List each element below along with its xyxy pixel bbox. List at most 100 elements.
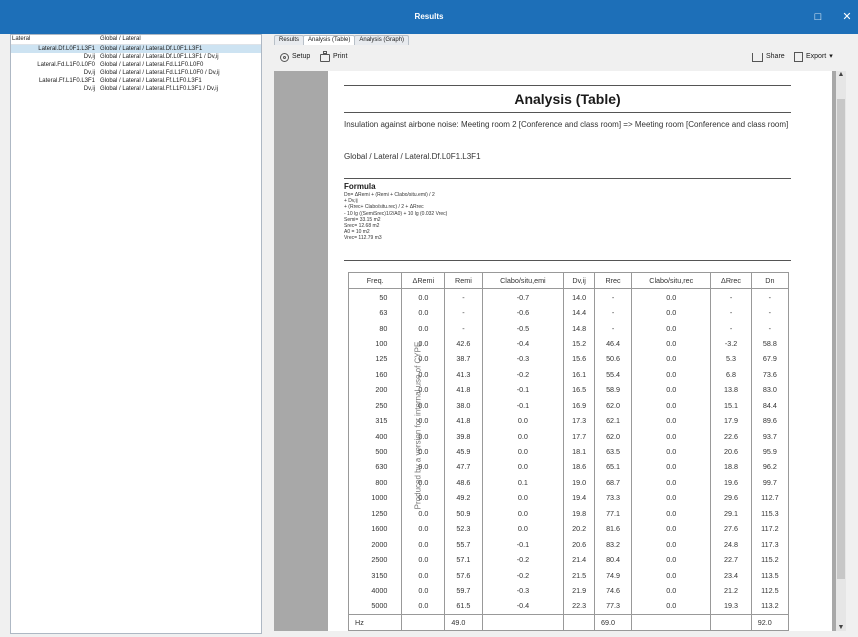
tab-results[interactable]: Results [274,35,305,45]
table-cell: 0.0 [481,459,565,475]
table-row: 1600 0.0 52.3 0.0 20.2 81.6 0.0 27.6 117.2 [347,521,790,537]
table-cell: 0.0 [401,288,446,305]
table-cell: 1600 [347,521,403,537]
table-cell: 15.2 [563,335,595,352]
table-cell: 2000 [347,536,403,552]
table-cell: 92.0 [750,613,790,631]
table-cell: 0.0 [481,443,565,460]
table-cell: 38.0 [444,397,483,413]
table-cell: 29.6 [710,490,752,506]
formula-heading: Formula [344,182,376,191]
table-cell: 4000 [347,582,403,599]
table-row: 250 0.0 38.0 -0.1 16.9 62.0 0.0 15.1 84.4 [347,397,790,413]
export-button[interactable]: Export ▾ [794,51,833,63]
table-cell: 55.4 [593,366,633,383]
table-cell: 0.0 [401,474,446,491]
table-row: 63 0.0- -0.6 14.4-0.0- - [347,304,790,321]
tree-item[interactable]: Lateral.Df.L0F1.L3F1 Global / Lateral / L… [11,45,261,53]
table-cell: 15.1 [710,397,752,413]
table-cell: 21.4 [563,551,595,568]
table-cell: 50 [347,288,403,305]
column-header: Dn [750,271,790,290]
table-cell: 0.1 [481,474,565,491]
table-cell: 19.8 [563,505,595,521]
scroll-up-icon[interactable]: ▲ [836,71,846,78]
toolbar: Setup Print Share Export ▾ [268,45,852,69]
share-label: Share [766,53,785,60]
close-button[interactable]: ✕ [834,0,858,34]
setup-button[interactable]: Setup [280,51,310,63]
tree-header-path: Global / Lateral [100,36,141,42]
table-cell: 99.7 [750,474,790,491]
table-cell: 0.0 [631,567,712,583]
table-cell: 117.2 [750,521,790,537]
table-cell: 22.7 [710,551,752,568]
table-cell: 0.0 [401,551,446,568]
vertical-scrollbar[interactable]: ▲ ▼ [836,71,846,631]
table-cell: - [710,304,752,321]
table-cell: 24.8 [710,536,752,552]
tree-item[interactable]: Dv,ij Global / Lateral / Lateral.Ff.L1F0.… [11,85,261,93]
table-cell: -0.1 [481,536,565,552]
tab-analysis-table[interactable]: Analysis (Table) [303,35,356,45]
tree-item[interactable]: Lateral.Fd.L1F0.L0F0 Global / Lateral / L… [11,61,261,69]
table-cell: -0.6 [481,304,565,321]
column-header: Freq. [347,271,403,290]
table-cell: 62.1 [593,412,633,429]
table-cell: 50.9 [444,505,483,521]
table-cell: 0.0 [631,288,712,305]
share-button[interactable]: Share [752,51,785,63]
table-cell: 49.0 [444,613,483,631]
table-row: 160 0.0 41.3 -0.2 16.1 55.4 0.0 6.8 73.6 [347,366,790,383]
table-cell: 0.0 [401,567,446,583]
report-viewer[interactable]: Analysis (Table) Insulation against airb… [274,71,846,631]
table-row: 5000 0.0 61.5 -0.4 22.3 77.3 0.0 19.3 113.2 [347,598,790,615]
table-cell: 63 [347,304,403,321]
table-cell: 55.7 [444,536,483,552]
table-cell: 57.6 [444,567,483,583]
table-cell: -3.2 [710,335,752,352]
table-cell: 59.7 [444,582,483,599]
table-cell: 62.0 [593,397,633,413]
table-cell: - [593,304,633,321]
table-row: 80 0.0- -0.5 14.8-0.0- - [347,320,790,336]
table-cell [401,613,446,631]
tree-item[interactable]: Dv,ij Global / Lateral / Lateral.Df.L0F1.… [11,53,261,61]
tree-item[interactable]: Lateral.Ff.L1F0.L3F1 Global / Lateral / L… [11,77,261,85]
table-cell: 0.0 [481,490,565,506]
scroll-down-icon[interactable]: ▼ [836,624,846,631]
table-cell: - [750,304,790,321]
title-bar: Results □ ✕ [0,0,858,34]
table-cell: 6.8 [710,366,752,383]
table-cell: 0.0 [401,598,446,615]
table-cell: - [750,288,790,305]
table-row: 1000 0.0 49.2 0.0 19.4 73.3 0.0 29.6 112.7 [347,490,790,506]
tree-item-path: Global / Lateral / Lateral.Fd.L1F0.L0F0 … [100,70,220,76]
table-cell: - [750,320,790,336]
table-cell [481,613,565,631]
maximize-button[interactable]: □ [805,0,831,34]
tree-header-row[interactable]: Lateral Global / Lateral [11,35,261,45]
table-cell: 81.6 [593,521,633,537]
table-cell: 67.9 [750,351,790,367]
scrollbar-thumb[interactable] [837,99,845,579]
tree-item[interactable]: Dv,ij Global / Lateral / Lateral.Fd.L1F0.… [11,69,261,77]
table-cell: 0.0 [631,505,712,521]
table-cell: 0.0 [631,443,712,460]
results-table: Freq. ΔRemi Remi Clabo/situ,emi Dv,ij Rrec Cla… [347,271,790,631]
table-cell: 250 [347,397,403,413]
table-row: 630 0.0 47.7 0.0 18.6 65.1 0.0 18.8 96.2 [347,459,790,475]
table-cell: 0.0 [481,521,565,537]
table-cell: 113.5 [750,567,790,583]
table-cell: 17.3 [563,412,595,429]
table-cell: 80.4 [593,551,633,568]
table-cell: 800 [347,474,403,491]
print-button[interactable]: Print [320,51,347,63]
table-cell: - [710,288,752,305]
tab-analysis-graph[interactable]: Analysis (Graph) [354,35,410,45]
table-cell: 63.5 [593,443,633,460]
table-cell: 74.6 [593,582,633,599]
export-icon [794,52,803,62]
table-cell: 19.6 [710,474,752,491]
table-cell: 77.1 [593,505,633,521]
